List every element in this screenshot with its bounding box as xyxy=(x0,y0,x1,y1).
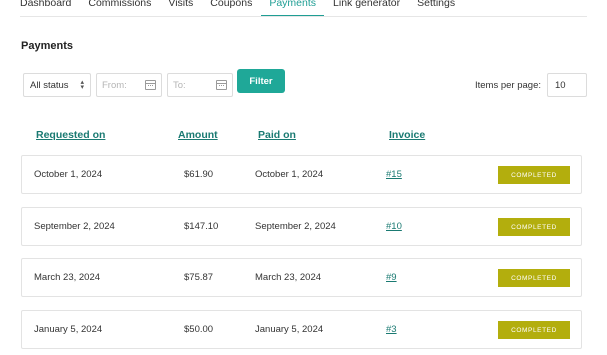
invoice-link[interactable]: #9 xyxy=(386,259,397,296)
tab-coupons[interactable]: Coupons xyxy=(210,0,252,16)
paid-on-cell: September 2, 2024 xyxy=(255,221,336,232)
invoice-link[interactable]: #3 xyxy=(386,311,397,348)
header-requested-on[interactable]: Requested on xyxy=(36,129,105,141)
invoice-link[interactable]: #10 xyxy=(386,208,402,245)
table-row: March 23, 2024 $75.87 March 23, 2024 #9 … xyxy=(21,258,582,297)
tab-payments[interactable]: Payments xyxy=(261,0,324,16)
filter-button[interactable]: Filter xyxy=(237,69,285,93)
status-badge: COMPLETED xyxy=(498,321,570,339)
amount-cell: $50.00 xyxy=(184,324,214,335)
requested-on-cell: January 5, 2024 xyxy=(34,324,103,335)
requested-on-cell: March 23, 2024 xyxy=(34,272,101,283)
status-select[interactable]: All status ▴ ▾ xyxy=(23,73,91,97)
table-row: October 1, 2024 $61.90 October 1, 2024 #… xyxy=(21,155,582,194)
invoice-link[interactable]: #15 xyxy=(386,156,402,193)
from-date-placeholder: From: xyxy=(102,79,127,91)
amount-cell: $75.87 xyxy=(184,272,214,283)
items-per-page-label: Items per page: xyxy=(474,79,541,91)
tab-link-generator[interactable]: Link generator xyxy=(333,0,400,16)
tab-bar: Dashboard Commissions Visits Coupons Pay… xyxy=(20,0,472,16)
table-row: September 2, 2024 $147.10 September 2, 2… xyxy=(21,207,582,246)
header-invoice[interactable]: Invoice xyxy=(389,129,425,141)
tab-dashboard[interactable]: Dashboard xyxy=(20,0,71,16)
status-select-value: All status xyxy=(30,79,69,91)
tab-settings[interactable]: Settings xyxy=(417,0,455,16)
to-date-input[interactable]: To: xyxy=(167,73,233,97)
calendar-icon[interactable] xyxy=(145,80,156,90)
requested-on-cell: October 1, 2024 xyxy=(34,169,103,180)
amount-cell: $147.10 xyxy=(184,221,219,232)
page-title: Payments xyxy=(21,40,73,52)
tab-commissions[interactable]: Commissions xyxy=(88,0,151,16)
requested-on-cell: September 2, 2024 xyxy=(34,221,115,232)
table-row: January 5, 2024 $50.00 January 5, 2024 #… xyxy=(21,310,582,349)
to-date-placeholder: To: xyxy=(173,79,186,91)
status-badge: COMPLETED xyxy=(498,166,570,184)
calendar-icon[interactable] xyxy=(216,80,227,90)
paid-on-cell: March 23, 2024 xyxy=(255,272,322,283)
from-date-input[interactable]: From: xyxy=(96,73,162,97)
header-paid-on[interactable]: Paid on xyxy=(258,129,296,141)
status-badge: COMPLETED xyxy=(498,218,570,236)
paid-on-cell: January 5, 2024 xyxy=(255,324,324,335)
items-per-page: Items per page: 10 xyxy=(475,73,587,97)
paid-on-cell: October 1, 2024 xyxy=(255,169,324,180)
tab-divider xyxy=(20,16,587,17)
amount-cell: $61.90 xyxy=(184,169,214,180)
header-amount[interactable]: Amount xyxy=(178,129,218,141)
tab-visits[interactable]: Visits xyxy=(168,0,193,16)
status-badge: COMPLETED xyxy=(498,269,570,287)
filter-bar: All status ▴ ▾ From: To: xyxy=(23,73,238,97)
chevron-updown-icon: ▴ ▾ xyxy=(80,79,84,91)
items-per-page-input[interactable]: 10 xyxy=(547,73,587,97)
